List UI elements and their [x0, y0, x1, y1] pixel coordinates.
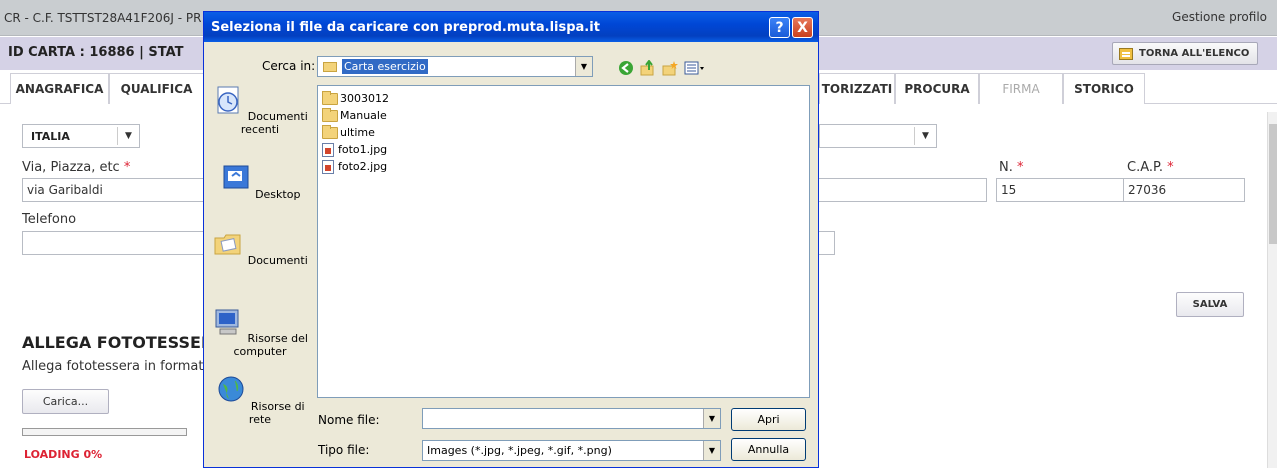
upload-progress-bar — [22, 428, 187, 436]
image-file-icon — [322, 159, 334, 174]
chevron-down-icon: ▼ — [575, 57, 592, 76]
view-menu-icon[interactable] — [684, 60, 706, 76]
list-item[interactable]: ultime — [322, 124, 375, 141]
cap-label-text: C.A.P. — [1127, 160, 1163, 175]
back-icon[interactable] — [618, 60, 634, 76]
country-select-value: ITALIA — [31, 130, 70, 143]
desktop-icon — [223, 165, 249, 189]
recent-documents-icon — [217, 86, 239, 114]
dialog-title-bar[interactable]: Seleziona il file da caricare con prepro… — [204, 12, 818, 42]
place-network-label: Risorse di rete — [248, 400, 305, 426]
look-in-label: Cerca in: — [262, 59, 316, 73]
numero-label: N. * — [999, 160, 1024, 175]
tab-procura[interactable]: PROCURA — [895, 73, 979, 104]
place-my-computer[interactable]: Risorse del computer — [210, 306, 310, 358]
chevron-down-icon: ▼ — [703, 409, 720, 428]
numero-label-text: N. — [999, 160, 1013, 175]
place-my-computer-label: Risorse del computer — [233, 332, 308, 358]
card-id: ID CARTA : 16886 | STAT — [8, 45, 184, 60]
image-file-icon — [322, 142, 334, 157]
numero-input[interactable]: 15 — [996, 178, 1141, 202]
place-documents[interactable]: Documenti — [210, 228, 310, 267]
folder-icon — [323, 62, 337, 72]
place-desktop[interactable]: Desktop — [210, 162, 310, 201]
province-select[interactable]: ▼ — [819, 124, 937, 148]
tab-autorizzati[interactable]: TORIZZATI — [819, 73, 895, 104]
cap-input[interactable]: 27036 — [1123, 178, 1245, 202]
page-scrollbar[interactable] — [1267, 112, 1277, 468]
file-name: Manuale — [340, 109, 387, 122]
chevron-down-icon: ▼ — [703, 441, 720, 460]
photo-heading: ALLEGA FOTOTESSERA — [22, 333, 226, 352]
profile-link[interactable]: Gestione profilo — [1172, 10, 1267, 24]
file-list[interactable]: 3003012 Manuale ultime foto1.jpg foto2.j… — [317, 85, 810, 398]
folder-icon — [322, 90, 338, 105]
list-item[interactable]: foto2.jpg — [322, 158, 387, 175]
save-button[interactable]: SALVA — [1176, 292, 1244, 317]
tab-qualifica[interactable]: QUALIFICA — [109, 73, 204, 104]
look-in-select[interactable]: Carta esercizio ▼ — [317, 56, 593, 77]
required-mark: * — [1167, 160, 1174, 175]
new-folder-icon[interactable] — [662, 60, 678, 76]
help-button[interactable]: ? — [769, 17, 790, 38]
cancel-button[interactable]: Annulla — [731, 438, 806, 461]
network-globe-icon — [218, 376, 244, 402]
place-recent-documents[interactable]: Documenti recenti — [210, 84, 310, 136]
chevron-down-icon: ▼ — [117, 127, 139, 145]
back-to-list-button[interactable]: TORNA ALL'ELENCO — [1112, 42, 1258, 65]
dialog-title: Seleziona il file da caricare con prepro… — [211, 20, 600, 35]
my-computer-icon — [215, 309, 239, 335]
file-name: 3003012 — [340, 92, 389, 105]
cap-label: C.A.P. * — [1127, 160, 1174, 175]
country-select[interactable]: ITALIA ▼ — [22, 124, 140, 148]
tab-firma: FIRMA — [979, 73, 1063, 104]
folder-icon — [322, 107, 338, 122]
close-button[interactable]: X — [792, 17, 813, 38]
via-input[interactable]: via Garibaldi — [22, 178, 212, 202]
via-label: Via, Piazza, etc * — [22, 160, 130, 175]
file-name: foto1.jpg — [338, 143, 388, 156]
filetype-select[interactable]: Images (*.jpg, *.jpeg, *.gif, *.png) ▼ — [422, 440, 721, 461]
telefono-input-continued[interactable] — [819, 231, 835, 255]
place-recent-documents-label: Documenti recenti — [240, 110, 308, 136]
filename-input[interactable]: ▼ — [422, 408, 721, 429]
upload-button[interactable]: Carica... — [22, 389, 109, 414]
list-icon — [1119, 47, 1133, 60]
list-item[interactable]: Manuale — [322, 107, 387, 124]
tab-anagrafica[interactable]: ANAGRAFICA — [10, 73, 109, 104]
scrollbar-thumb[interactable] — [1269, 124, 1277, 244]
filetype-value: Images (*.jpg, *.jpeg, *.gif, *.png) — [427, 444, 612, 457]
chevron-down-icon: ▼ — [914, 127, 936, 145]
via-label-text: Via, Piazza, etc — [22, 160, 120, 175]
file-open-dialog: Seleziona il file da caricare con prepro… — [203, 11, 819, 468]
up-folder-icon[interactable] — [640, 60, 656, 76]
list-item[interactable]: foto1.jpg — [322, 141, 387, 158]
telefono-input[interactable] — [22, 231, 212, 255]
required-mark: * — [1017, 160, 1024, 175]
required-mark: * — [123, 160, 131, 175]
via-input-continued[interactable] — [819, 178, 987, 202]
tab-storico[interactable]: STORICO — [1063, 73, 1145, 104]
telefono-label: Telefono — [22, 212, 77, 227]
list-item[interactable]: 3003012 — [322, 90, 389, 107]
folder-icon — [322, 124, 338, 139]
loading-status: LOADING 0% — [24, 448, 103, 461]
place-network[interactable]: Risorse di rete — [210, 374, 310, 426]
page-title: CR - C.F. TSTTST28A41F206J - PR — [4, 11, 202, 25]
back-to-list-label: TORNA ALL'ELENCO — [1139, 48, 1250, 59]
look-in-value: Carta esercizio — [342, 59, 428, 74]
photo-description: Allega fototessera in formato — [22, 359, 212, 374]
place-documents-label: Documenti — [247, 254, 308, 267]
filetype-label: Tipo file: — [318, 443, 370, 457]
open-button[interactable]: Apri — [731, 408, 806, 431]
file-name: ultime — [340, 126, 375, 139]
file-name: foto2.jpg — [338, 160, 388, 173]
documents-folder-icon — [214, 234, 241, 255]
filename-label: Nome file: — [318, 413, 380, 427]
place-desktop-label: Desktop — [255, 188, 301, 201]
